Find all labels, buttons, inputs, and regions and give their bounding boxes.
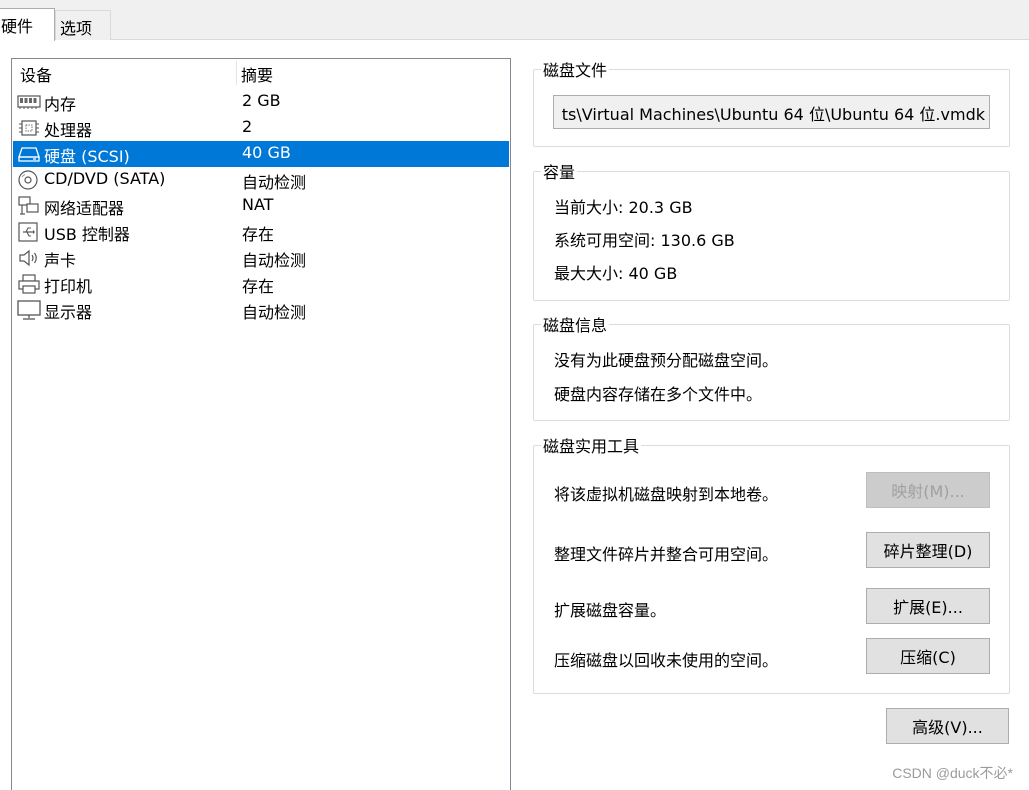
device-summary: NAT <box>242 195 274 214</box>
tab-strip: 选项 硬件 <box>0 0 1029 41</box>
device-name: 硬盘 (SCSI) <box>44 147 130 166</box>
device-name: USB 控制器 <box>44 225 130 244</box>
column-header-device[interactable]: 设备 <box>20 62 52 86</box>
map-button[interactable]: 映射(M)... <box>866 472 990 508</box>
defrag-button[interactable]: 碎片整理(D) <box>866 532 990 568</box>
device-list-header: 设备 摘要 <box>12 59 510 87</box>
disk-utilities-group-title: 磁盘实用工具 <box>541 433 642 457</box>
device-row-memory[interactable]: 内存 2 GB <box>13 89 509 115</box>
disk-info-storage-text: 硬盘内容存储在多个文件中。 <box>554 385 763 404</box>
device-name: 声卡 <box>44 251 77 270</box>
device-row-usb-controller[interactable]: USB 控制器 存在 <box>13 219 509 245</box>
map-description: 将该虚拟机磁盘映射到本地卷。 <box>554 485 779 504</box>
speaker-icon <box>19 249 37 267</box>
device-name: CD/DVD (SATA) <box>44 169 166 188</box>
device-summary: 2 GB <box>242 91 281 110</box>
disk-file-path-text: ts\Virtual Machines\Ubuntu 64 位\Ubuntu 6… <box>561 105 985 124</box>
usb-icon <box>18 222 38 242</box>
compact-description: 压缩磁盘以回收未使用的空间。 <box>554 651 779 670</box>
device-name: 打印机 <box>44 277 93 296</box>
device-summary: 自动检测 <box>242 173 307 192</box>
device-row-printer[interactable]: 打印机 存在 <box>13 271 509 297</box>
device-summary: 存在 <box>242 277 275 296</box>
disk-info-group-title: 磁盘信息 <box>541 312 610 336</box>
cpu-icon <box>19 120 39 136</box>
disk-file-path-field[interactable]: ts\Virtual Machines\Ubuntu 64 位\Ubuntu 6… <box>553 95 990 129</box>
tab-hardware[interactable]: 硬件 <box>0 8 55 41</box>
device-name: 处理器 <box>44 121 93 140</box>
expand-button[interactable]: 扩展(E)... <box>866 588 990 624</box>
system-available-text: 系统可用空间: 130.6 GB <box>554 231 735 250</box>
advanced-button[interactable]: 高级(V)... <box>886 708 1009 744</box>
disk-info-preallocation-text: 没有为此硬盘预分配磁盘空间。 <box>554 351 779 370</box>
expand-description: 扩展磁盘容量。 <box>554 601 667 620</box>
device-row-network-adapter[interactable]: 网络适配器 NAT <box>13 193 509 219</box>
device-row-hard-disk[interactable]: 硬盘 (SCSI) 40 GB <box>13 141 509 167</box>
disk-file-group: 磁盘文件 ts\Virtual Machines\Ubuntu 64 位\Ubu… <box>533 57 1010 147</box>
device-name: 网络适配器 <box>44 199 125 218</box>
disk-info-group: 磁盘信息 没有为此硬盘预分配磁盘空间。 硬盘内容存储在多个文件中。 <box>533 312 1010 421</box>
device-summary: 存在 <box>242 225 275 244</box>
device-row-cd-dvd[interactable]: CD/DVD (SATA) 自动检测 <box>13 167 509 193</box>
current-size-text: 当前大小: 20.3 GB <box>554 198 693 217</box>
column-divider[interactable] <box>236 61 237 85</box>
device-row-display[interactable]: 显示器 自动检测 <box>13 297 509 323</box>
device-name: 显示器 <box>44 303 93 322</box>
device-row-sound-card[interactable]: 声卡 自动检测 <box>13 245 509 271</box>
cd-dvd-icon <box>18 170 38 190</box>
capacity-group-title: 容量 <box>541 159 578 183</box>
device-summary: 自动检测 <box>242 251 307 270</box>
capacity-group: 容量 当前大小: 20.3 GB 系统可用空间: 130.6 GB 最大大小: … <box>533 159 1010 301</box>
disk-file-group-title: 磁盘文件 <box>541 57 610 81</box>
hard-disk-icon <box>18 147 40 162</box>
device-row-processor[interactable]: 处理器 2 <box>13 115 509 141</box>
device-name: 内存 <box>44 95 77 114</box>
network-icon <box>18 196 39 215</box>
max-size-text: 最大大小: 40 GB <box>554 264 678 283</box>
device-summary: 自动检测 <box>242 303 307 322</box>
watermark-text: CSDN @duck不必* <box>892 765 1013 781</box>
device-list: 设备 摘要 内存 2 GB 处理器 2 硬盘 (SCSI) 40 GB CD/D… <box>11 58 511 790</box>
column-header-summary[interactable]: 摘要 <box>241 62 273 86</box>
tab-options[interactable]: 选项 <box>55 10 111 40</box>
disk-utilities-group: 磁盘实用工具 将该虚拟机磁盘映射到本地卷。 映射(M)... 整理文件碎片并整合… <box>533 433 1010 694</box>
printer-icon <box>18 274 40 294</box>
monitor-icon <box>17 300 41 320</box>
defrag-description: 整理文件碎片并整合可用空间。 <box>554 545 779 564</box>
compact-button[interactable]: 压缩(C) <box>866 638 990 674</box>
device-summary: 2 <box>242 117 253 136</box>
device-summary: 40 GB <box>242 143 291 162</box>
memory-icon <box>17 95 41 109</box>
